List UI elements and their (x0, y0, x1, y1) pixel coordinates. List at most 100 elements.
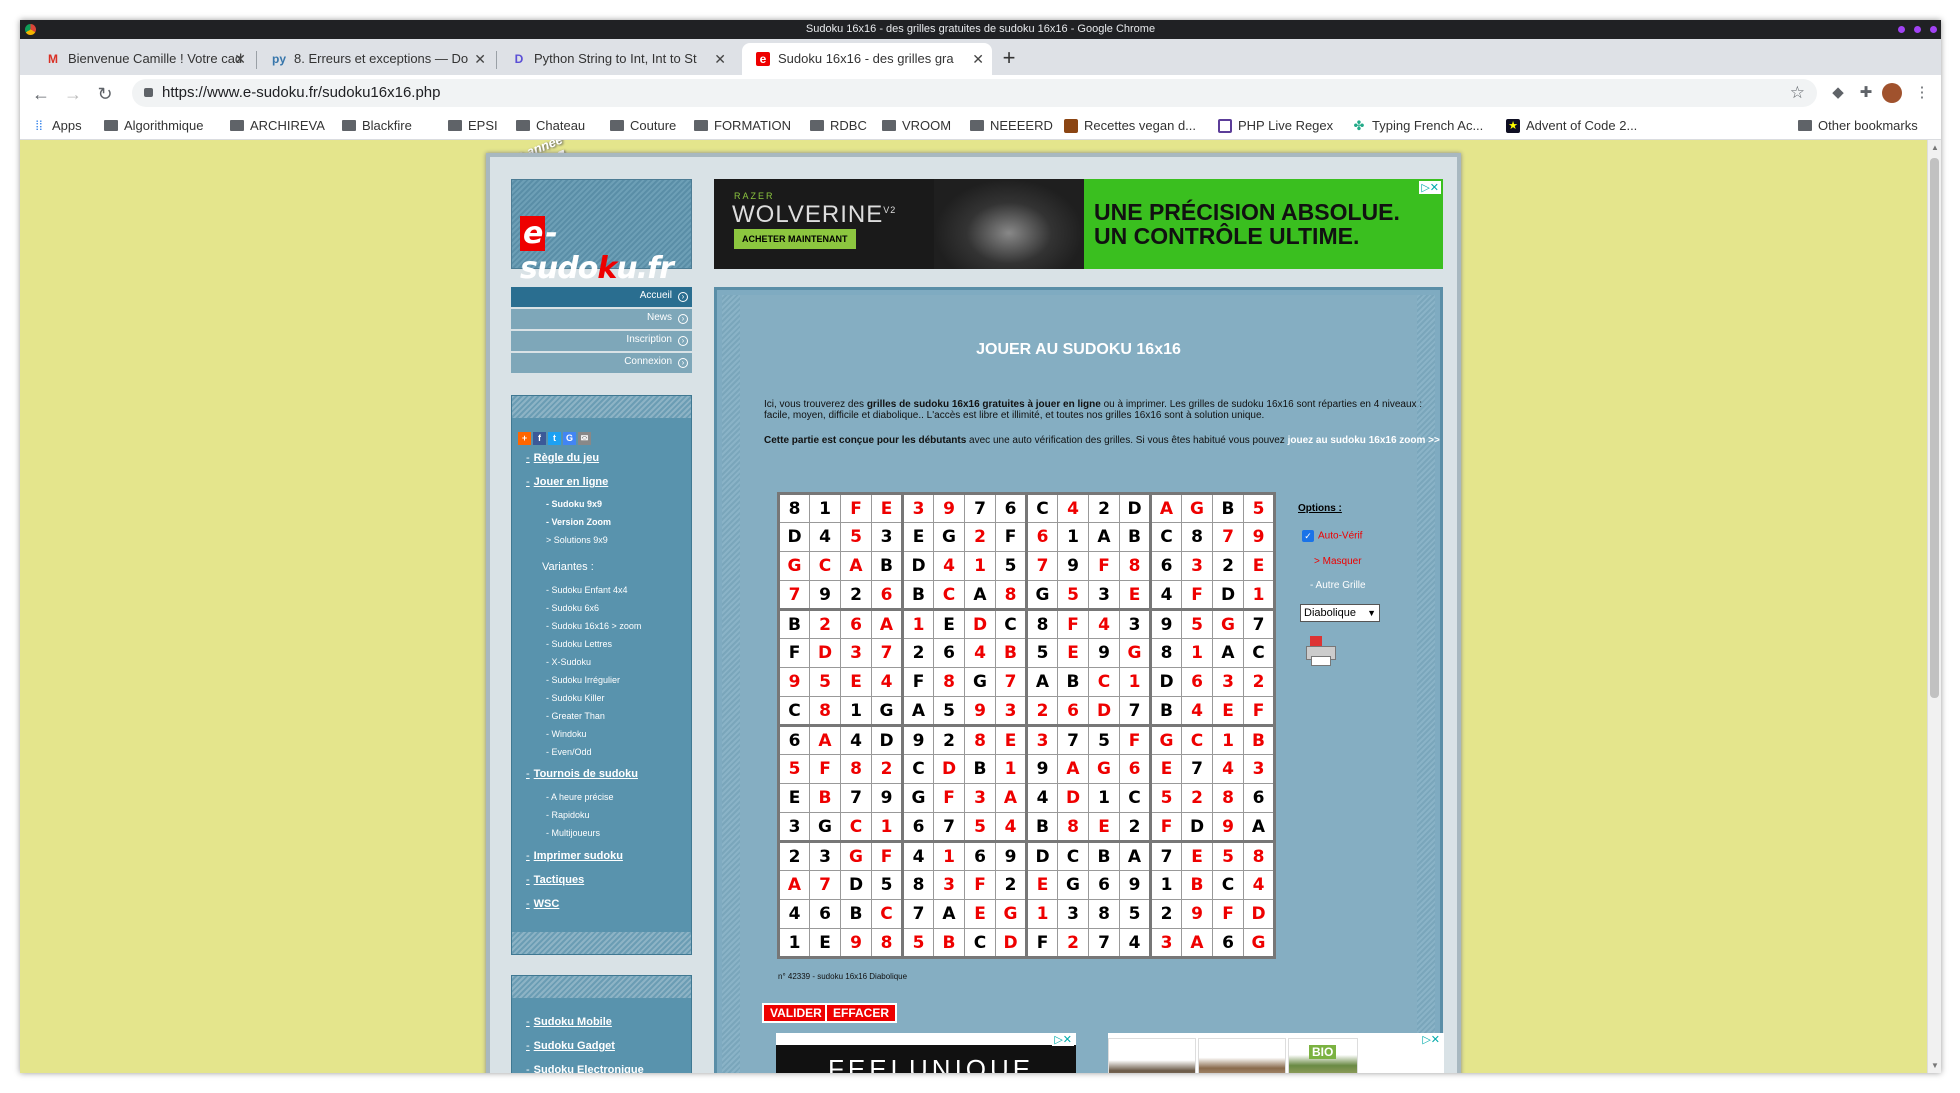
grid-cell[interactable]: 4 (1243, 870, 1275, 900)
grid-cell[interactable]: 3 (1181, 551, 1213, 581)
grid-cell[interactable]: A (840, 551, 872, 581)
site-logo[interactable]: e -sudoku.fr (511, 179, 692, 286)
grid-cell[interactable]: D (1057, 783, 1089, 813)
menu-icon[interactable]: ⋮ (1910, 81, 1934, 105)
grid-cell[interactable]: E (1057, 638, 1089, 668)
grid-cell[interactable]: F (1212, 899, 1244, 929)
autoverif-checkbox[interactable]: ✓ Auto-Vérif (1302, 530, 1362, 542)
grid-cell[interactable]: 5 (1212, 840, 1244, 871)
grid-cell[interactable]: E (964, 899, 996, 929)
checkbox-checked-icon[interactable]: ✓ (1302, 530, 1314, 542)
scrollbar-thumb[interactable] (1930, 158, 1939, 698)
grid-cell[interactable]: 2 (1243, 667, 1275, 697)
grid-cell[interactable]: C (871, 899, 903, 929)
grid-cell[interactable]: A (1149, 493, 1182, 523)
grid-cell[interactable]: 8 (964, 724, 996, 755)
grid-cell[interactable]: A (809, 724, 841, 755)
grid-cell[interactable]: 9 (1181, 899, 1213, 929)
grid-cell[interactable]: 7 (809, 870, 841, 900)
grid-cell[interactable]: 2 (1181, 783, 1213, 813)
bookmark-site[interactable]: Recettes vegan d... (1064, 117, 1196, 135)
tab-python-string[interactable]: D Python String to Int, Int to St ✕ (498, 43, 734, 75)
grid-cell[interactable]: 8 (1119, 551, 1151, 581)
bookmark-folder[interactable]: NEEEERD (970, 117, 1053, 135)
profile-avatar[interactable] (1882, 83, 1902, 103)
bookmark-site[interactable]: ✤ Typing French Ac... (1352, 117, 1484, 135)
grid-cell[interactable]: 4 (1181, 696, 1213, 726)
grid-cell[interactable]: 9 (964, 696, 996, 726)
grid-cell[interactable]: A (995, 783, 1027, 813)
grid-cell[interactable]: 7 (1025, 551, 1058, 581)
grid-cell[interactable]: 8 (1057, 812, 1089, 842)
grid-cell[interactable]: 5 (1181, 608, 1213, 639)
bookmark-star-icon[interactable]: ☆ (1790, 79, 1805, 107)
twitter-icon[interactable]: t (548, 432, 561, 445)
tab-close-icon[interactable]: ✕ (714, 43, 726, 75)
sidebar-tournoi-item[interactable]: - Multijoueurs (546, 828, 600, 838)
grid-cell[interactable]: 5 (1243, 493, 1275, 523)
grid-cell[interactable]: 9 (1243, 522, 1275, 552)
grid-cell[interactable]: E (1212, 696, 1244, 726)
close-icon[interactable] (1930, 26, 1937, 33)
feelunique-ad[interactable]: FEELUNIQUE ▷✕ (776, 1033, 1076, 1073)
grid-cell[interactable]: E (1149, 754, 1182, 784)
grid-cell[interactable]: B (933, 928, 965, 958)
grid-cell[interactable]: 7 (871, 638, 903, 668)
grid-cell[interactable]: 9 (778, 667, 810, 697)
grid-cell[interactable]: 1 (1243, 580, 1275, 610)
grid-cell[interactable]: 6 (1181, 667, 1213, 697)
grid-cell[interactable]: 7 (778, 580, 810, 610)
grid-cell[interactable]: D (1088, 696, 1120, 726)
printer-icon[interactable] (1306, 636, 1336, 668)
grid-cell[interactable]: E (1088, 812, 1120, 842)
extensions-puzzle-icon[interactable]: ✚ (1854, 81, 1878, 105)
grid-cell[interactable]: F (1181, 580, 1213, 610)
grid-cell[interactable]: 8 (809, 696, 841, 726)
share-plus-icon[interactable]: + (518, 432, 531, 445)
scroll-down-icon[interactable]: ▼ (1931, 1061, 1939, 1070)
grid-cell[interactable]: G (1088, 754, 1120, 784)
grid-cell[interactable]: 1 (964, 551, 996, 581)
grid-cell[interactable]: G (995, 899, 1027, 929)
back-icon[interactable]: ← (28, 81, 54, 107)
tab-gmail[interactable]: M Bienvenue Camille ! Votre cad ✕ (32, 43, 254, 75)
grid-cell[interactable]: E (1243, 551, 1275, 581)
bookmark-site[interactable]: ★ Advent of Code 2... (1506, 117, 1637, 135)
tab-close-icon[interactable]: ✕ (474, 43, 486, 75)
grid-cell[interactable]: 6 (840, 608, 872, 639)
grid-cell[interactable]: 4 (1212, 754, 1244, 784)
grid-cell[interactable]: B (1181, 870, 1213, 900)
sidebar-variant[interactable]: - Sudoku Killer (546, 693, 605, 703)
grid-cell[interactable]: A (778, 870, 810, 900)
grid-cell[interactable]: 7 (995, 667, 1027, 697)
address-bar[interactable]: https://www.e-sudoku.fr/sudoku16x16.php … (132, 79, 1817, 107)
other-bookmarks[interactable]: Other bookmarks (1798, 117, 1918, 135)
zoom-link[interactable]: jouez au sudoku 16x16 zoom >> (1288, 435, 1440, 446)
grid-cell[interactable]: 2 (1025, 696, 1058, 726)
grid-cell[interactable]: 1 (1181, 638, 1213, 668)
grid-cell[interactable]: C (809, 551, 841, 581)
grid-cell[interactable]: 6 (871, 580, 903, 610)
bookmark-site[interactable]: PHP Live Regex (1218, 117, 1333, 135)
grid-cell[interactable]: 3 (1212, 667, 1244, 697)
grid-cell[interactable]: 8 (840, 754, 872, 784)
bookmark-folder[interactable]: FORMATION (694, 117, 791, 135)
grid-cell[interactable]: 8 (1243, 840, 1275, 871)
grid-cell[interactable]: 8 (871, 928, 903, 958)
product-ad[interactable]: BIO ▷✕ (1108, 1033, 1444, 1073)
grid-cell[interactable]: A (1057, 754, 1089, 784)
grid-cell[interactable]: D (809, 638, 841, 668)
grid-cell[interactable]: C (1181, 724, 1213, 755)
adchoices-icon[interactable]: ▷✕ (1052, 1033, 1074, 1046)
grid-cell[interactable]: B (995, 638, 1027, 668)
tab-close-icon[interactable]: ✕ (234, 43, 246, 75)
grid-cell[interactable]: 4 (1057, 493, 1089, 523)
autre-grille-link[interactable]: - Autre Grille (1310, 580, 1366, 591)
grid-cell[interactable]: 7 (1212, 522, 1244, 552)
sidebar-link-electronique[interactable]: - Sudoku Electronique (526, 1064, 644, 1073)
bookmark-folder[interactable]: Algorithmique (104, 117, 204, 135)
grid-cell[interactable]: 1 (933, 840, 965, 871)
grid-cell[interactable]: 1 (901, 608, 934, 639)
grid-cell[interactable]: F (840, 493, 872, 523)
grid-cell[interactable]: 3 (1025, 724, 1058, 755)
